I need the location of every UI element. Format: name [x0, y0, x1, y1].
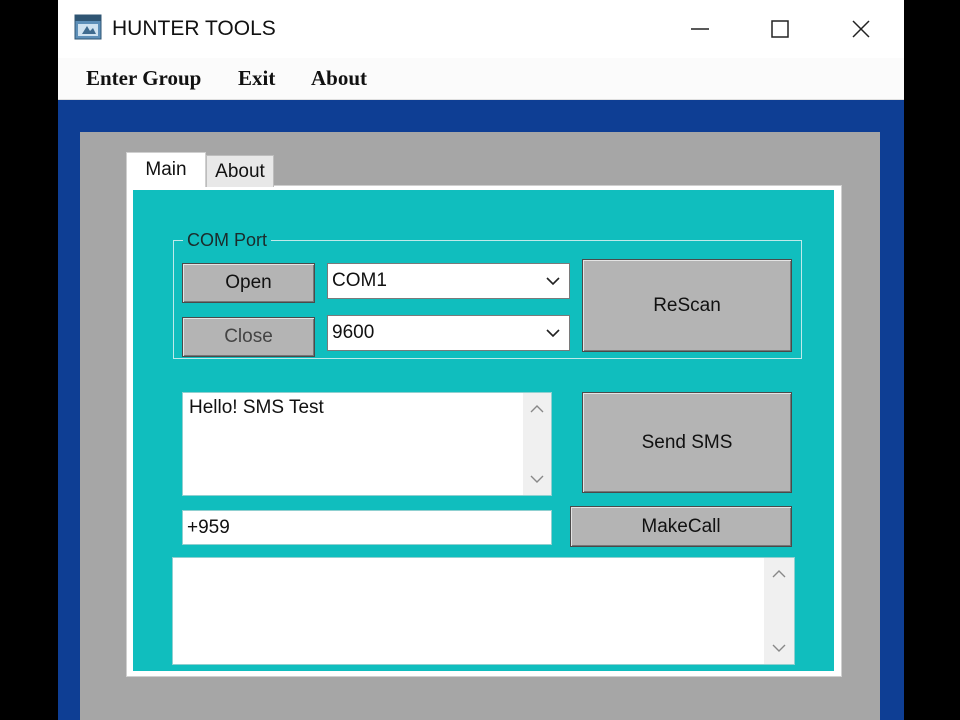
minimize-button[interactable]: [680, 12, 720, 46]
minimize-icon: [691, 28, 709, 30]
chevron-down-icon[interactable]: [771, 642, 787, 654]
tab-main[interactable]: Main: [126, 152, 206, 187]
app-window-icon: [74, 14, 102, 40]
maximize-icon: [771, 20, 789, 38]
sms-message-textarea[interactable]: Hello! SMS Test: [182, 392, 552, 496]
com-port-value: COM1: [332, 270, 387, 291]
menu-exit[interactable]: Exit: [238, 66, 275, 91]
com-port-select[interactable]: COM1: [327, 263, 570, 299]
open-button[interactable]: Open: [182, 263, 315, 303]
log-scrollbar[interactable]: [764, 558, 794, 664]
close-icon: [852, 20, 870, 38]
chevron-down-icon[interactable]: [529, 473, 545, 485]
menu-about[interactable]: About: [311, 66, 367, 91]
window-title: HUNTER TOOLS: [112, 17, 276, 40]
chevron-down-icon: [546, 277, 560, 286]
close-port-button[interactable]: Close: [182, 317, 315, 357]
chevron-down-icon: [546, 329, 560, 338]
close-button[interactable]: [841, 12, 881, 46]
phone-number-input[interactable]: +959: [182, 510, 552, 545]
log-textarea[interactable]: [172, 557, 795, 665]
maximize-button[interactable]: [760, 12, 800, 46]
sms-message-scrollbar[interactable]: [523, 393, 551, 495]
make-call-button[interactable]: MakeCall: [570, 506, 792, 547]
baud-rate-select[interactable]: 9600: [327, 315, 570, 351]
com-port-group-label: COM Port: [183, 230, 272, 251]
send-sms-button[interactable]: Send SMS: [582, 392, 792, 493]
tab-about[interactable]: About: [206, 155, 274, 187]
menu-enter-group[interactable]: Enter Group: [86, 66, 201, 91]
rescan-button[interactable]: ReScan: [582, 259, 792, 352]
chevron-up-icon[interactable]: [771, 568, 787, 580]
baud-rate-value: 9600: [332, 322, 375, 343]
chevron-up-icon[interactable]: [529, 403, 545, 415]
phone-number-value: +959: [187, 516, 230, 538]
sms-message-text: Hello! SMS Test: [189, 397, 324, 418]
